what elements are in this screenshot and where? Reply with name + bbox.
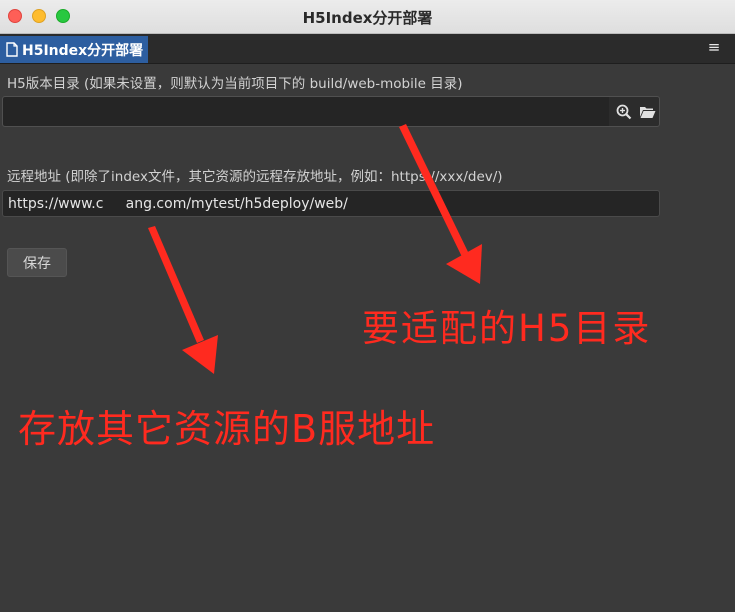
h5-dir-annotation: 要适配的H5目录 [362,307,652,350]
tab-label: H5Index分开部署 [22,42,144,59]
hamburger-menu-icon[interactable]: ≡ [707,40,721,55]
h5-dir-field-group [2,96,660,127]
tab-h5index-deploy[interactable]: H5Index分开部署 [0,36,148,63]
remote-url-input[interactable] [2,190,660,217]
window-title: H5Index分开部署 [302,9,433,27]
remote-url-annotation: 存放其它资源的B服地址 [18,407,436,451]
arrow-to-remote-url [148,226,218,374]
h5-dir-label: H5版本目录 (如果未设置，则默认为当前项目下的 build/web-mobil… [7,76,463,92]
h5-dir-input[interactable] [3,97,609,126]
window-titlebar: H5Index分开部署 [0,0,735,34]
remote-url-label: 远程地址 (即除了index文件，其它资源的远程存放地址，例如：https://… [7,169,503,185]
document-icon [6,42,18,57]
save-button[interactable]: 保存 [7,248,67,277]
tab-bar: H5Index分开部署 ≡ [0,34,735,64]
search-icon[interactable] [614,102,634,122]
folder-open-icon[interactable] [637,102,657,122]
